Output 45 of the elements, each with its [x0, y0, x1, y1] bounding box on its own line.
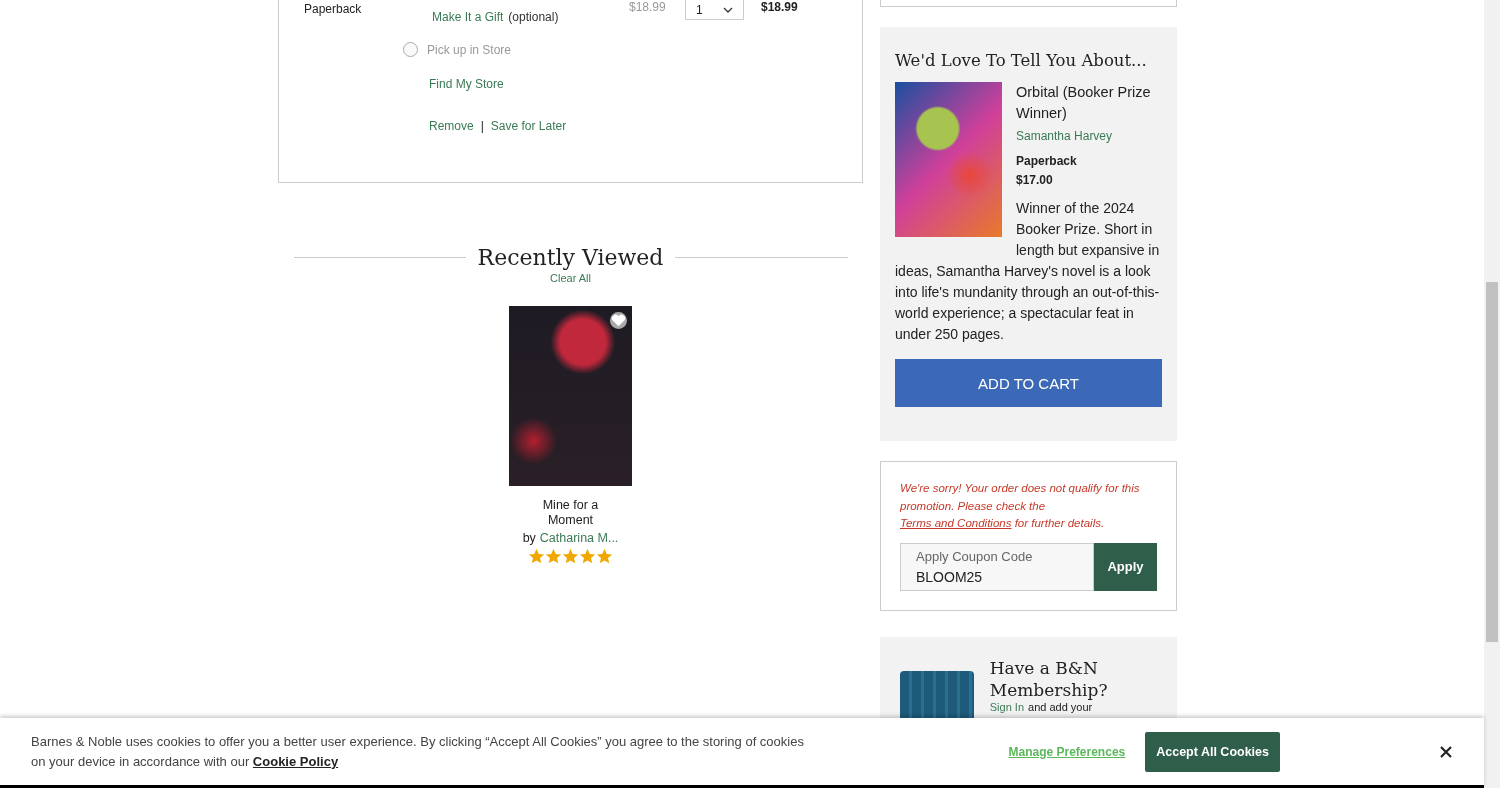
author-link[interactable]: Samantha Harvey: [1016, 126, 1162, 147]
find-store-link[interactable]: Find My Store: [429, 77, 629, 91]
star-icon: [579, 548, 596, 565]
cookie-policy-link[interactable]: Cookie Policy: [252, 753, 339, 769]
close-button[interactable]: [1440, 744, 1454, 759]
gift-link[interactable]: Make It a Gift: [432, 10, 504, 24]
membership-text: and add your: [1028, 700, 1093, 713]
scrollbar-thumb[interactable]: [1486, 282, 1498, 642]
book-description: Winner of the 2024 Booker Prize. Short in length but expansive in ideas, Samantha Harvey's novel is a look into life's mundanity through an out-of-this-world experience; a spectacular feat in under 250 pages.: [895, 199, 1161, 344]
error-message: We're sorry! Your order does not qualify for this promotion. Please check the Terms and Conditions for further details.: [900, 481, 1141, 531]
quantity-select[interactable]: 1: [685, 0, 744, 20]
heart-icon[interactable]: [610, 312, 627, 329]
remove-link[interactable]: Remove: [429, 119, 474, 133]
close-icon: [1440, 745, 1452, 758]
format-label: Paperback: [303, 1, 363, 16]
membership-heading: Have a B&N Membership?: [989, 656, 1109, 701]
unit-price: $18.99: [629, 0, 667, 14]
clear-all-link[interactable]: Clear All: [550, 272, 591, 284]
apply-button[interactable]: Apply: [1094, 542, 1157, 591]
add-to-cart-button[interactable]: ADD TO CART: [895, 359, 1162, 407]
total-price: $18.99: [761, 0, 798, 14]
promo-heading: We'd Love To Tell You About...: [895, 51, 1148, 70]
accept-cookies-button[interactable]: Accept All Cookies: [1145, 731, 1280, 772]
section-title: Recently Viewed: [477, 245, 664, 270]
field-label: Apply Coupon Code: [916, 548, 1033, 564]
format-label: Paperback: [1016, 153, 1078, 170]
optional-label: (optional): [508, 10, 559, 24]
chevron-icon: [722, 6, 733, 13]
sign-in-link[interactable]: Sign In: [989, 700, 1024, 713]
book-cover[interactable]: [895, 82, 1002, 237]
book-title[interactable]: Orbital (Booker Prize Winner): [1016, 82, 1162, 124]
star-icon: [545, 548, 562, 565]
star-icon: [596, 548, 613, 565]
star-icon: [562, 548, 579, 565]
star-icon: [528, 548, 545, 565]
separator: |: [480, 119, 484, 133]
scrollbar[interactable]: [1484, 0, 1500, 788]
author-link[interactable]: Catharina M...: [539, 531, 619, 545]
cookie-message: Barnes & Noble uses cookies to offer you a better user experience. By clicking “Accept All Cookies” you agree to the storing of cookies on your device in accordance with our Cookie Policy: [31, 732, 805, 771]
by-label: by: [522, 531, 536, 545]
save-for-later-link[interactable]: Save for Later: [490, 119, 567, 133]
terms-link[interactable]: Terms and Conditions: [900, 517, 1012, 529]
pickup-label: Pick up in Store: [427, 42, 512, 57]
book-title[interactable]: Mine for a Moment: [540, 498, 601, 528]
price: $17.00: [1016, 172, 1054, 189]
